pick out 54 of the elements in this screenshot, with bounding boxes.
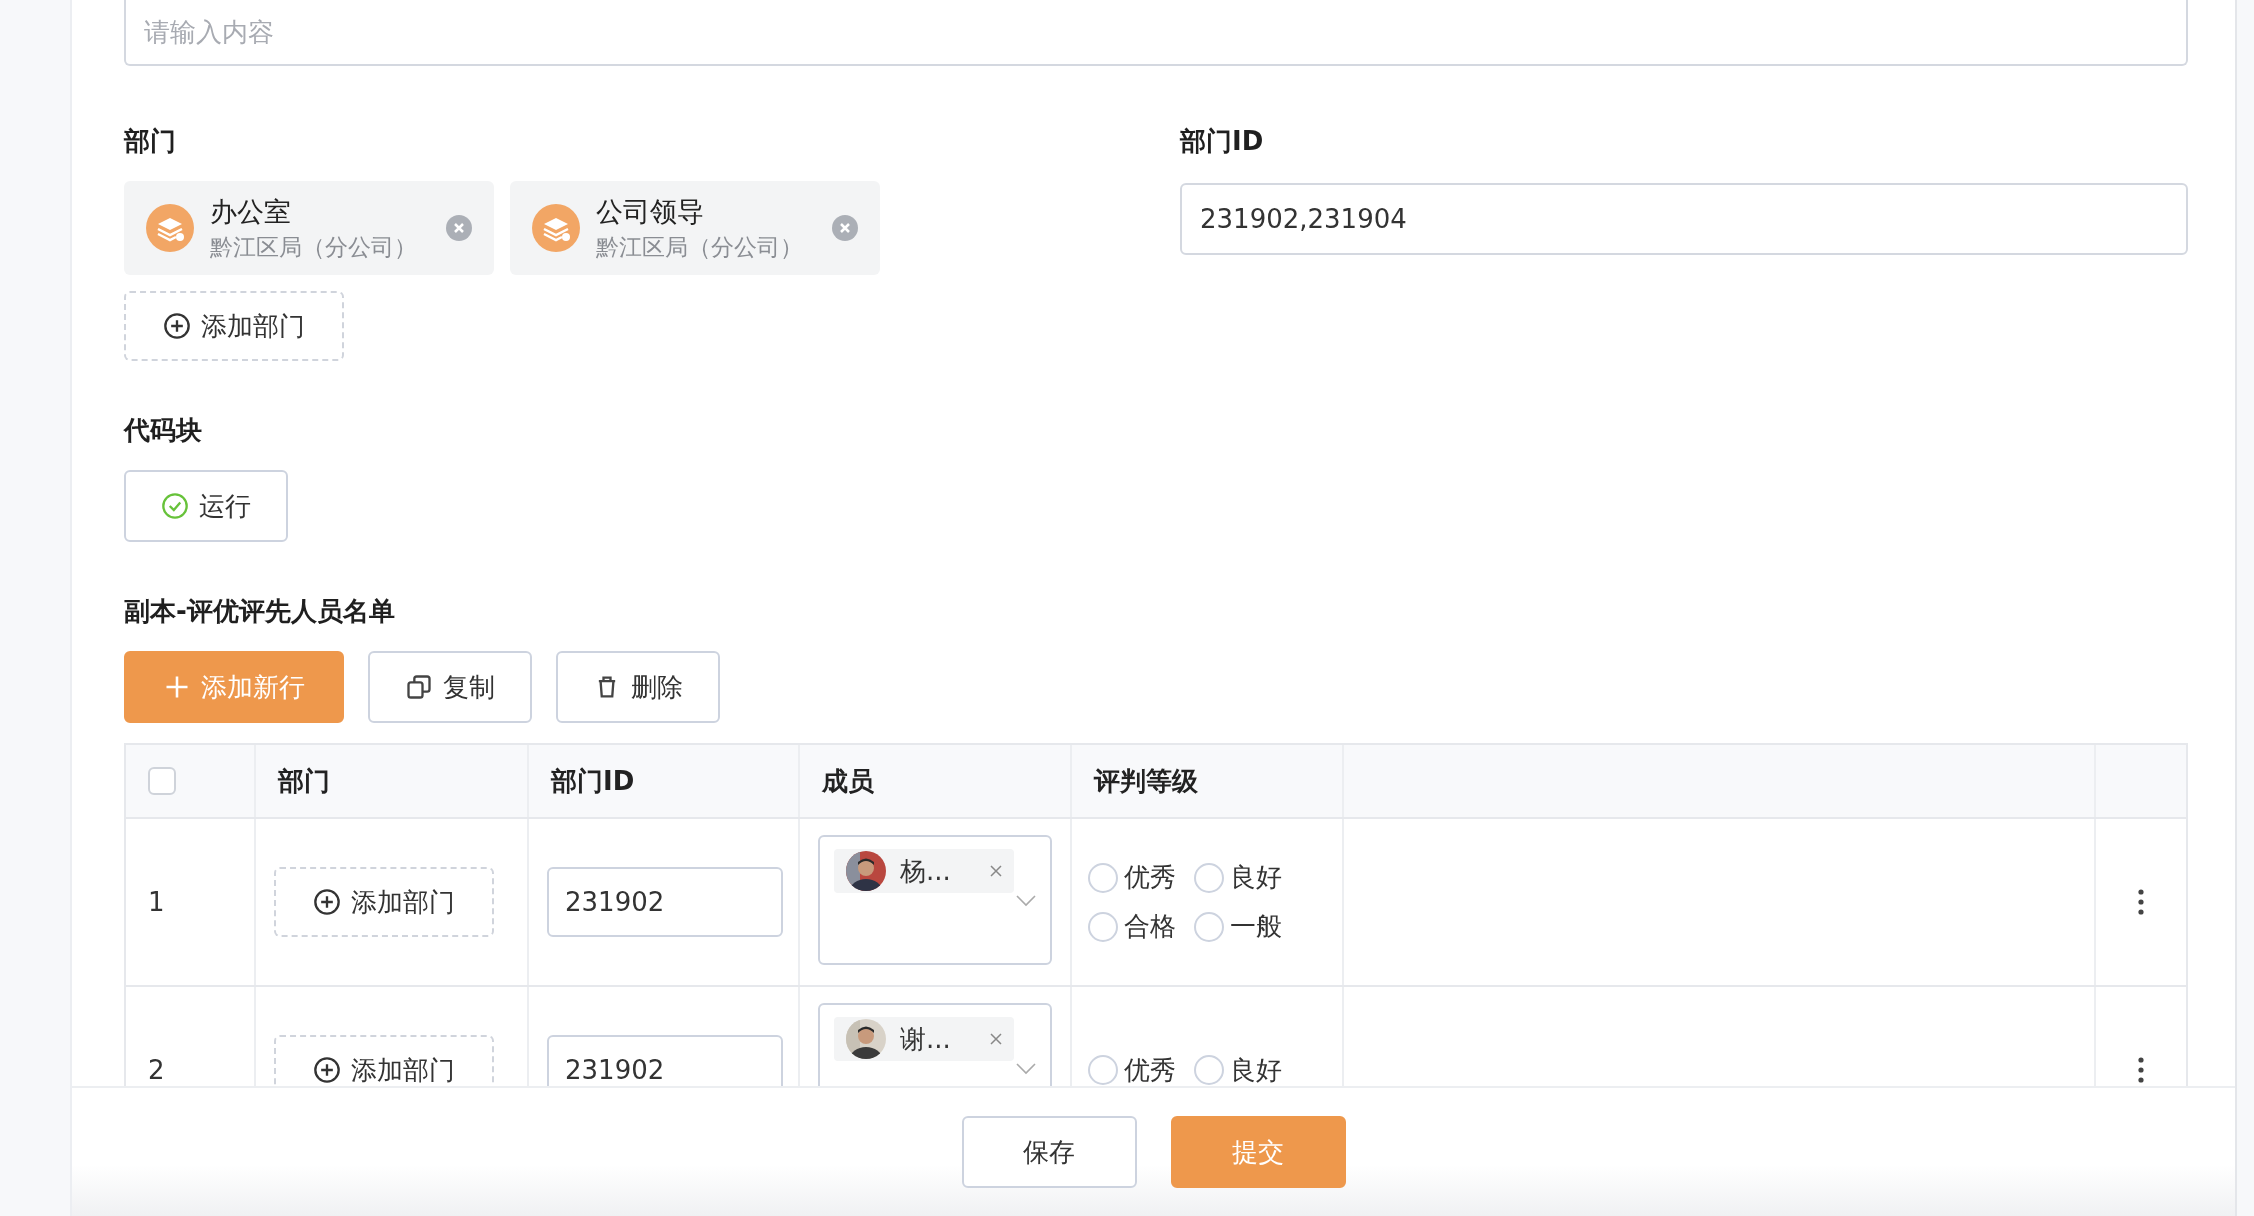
field-label: 部门 [124,125,177,158]
row-number: 1 [148,887,165,917]
close-icon[interactable] [446,215,472,241]
run-button[interactable]: 运行 [124,470,288,542]
member-tag[interactable]: 杨... [834,849,1014,893]
layers-icon [146,204,194,252]
close-icon[interactable] [988,863,1004,879]
input-field[interactable]: 231902,231904 [1180,183,2188,255]
member-name: 谢... [900,1022,952,1056]
check-circle-icon [161,492,189,520]
delete-button[interactable]: 删除 [556,651,720,723]
column-header: 部门ID [529,745,800,817]
column-header: 评判等级 [1072,745,1344,817]
field-label: 代码块 [124,414,203,447]
more-icon[interactable] [2138,1057,2144,1083]
close-icon[interactable] [832,215,858,241]
radio-option[interactable]: 优秀 [1088,1052,1176,1086]
copy-icon [405,673,433,701]
department-name: 办公室 [210,194,292,229]
close-icon[interactable] [988,1031,1004,1047]
radio-option[interactable]: 优秀 [1088,860,1176,895]
member-name: 杨... [900,854,952,888]
plus-circle-icon [313,1056,341,1084]
section-title: 副本-评优评先人员名单 [124,595,396,628]
department-chip[interactable]: 办公室 黔江区局（分公司） [124,181,494,275]
input-field[interactable]: 请输入内容 [124,0,2188,66]
radio-option[interactable]: 良好 [1194,860,1282,895]
input-field[interactable]: 231902 [547,867,783,937]
plus-circle-icon [313,888,341,916]
add-department-button[interactable]: 添加部门 [274,867,494,937]
column-header: 部门 [256,745,529,817]
organization-name: 黔江区局（分公司） [210,232,418,262]
radio-option[interactable]: 良好 [1194,1052,1282,1086]
layers-icon [532,204,580,252]
input-field[interactable]: 231902 [547,1035,783,1086]
member-tag[interactable]: 谢... [834,1017,1014,1061]
department-chip[interactable]: 公司领导 黔江区局（分公司） [510,181,880,275]
add-department-button[interactable]: 添加部门 [274,1035,494,1086]
chevron-down-icon [1016,1063,1036,1075]
save-button[interactable]: 保存 [961,1116,1137,1188]
checkbox[interactable] [148,767,176,795]
add-department-button[interactable]: 添加部门 [124,291,344,361]
plus-circle-icon [163,312,191,340]
copy-button[interactable]: 复制 [368,651,532,723]
chevron-down-icon [1016,895,1036,907]
radio-option[interactable]: 合格 [1088,909,1176,944]
member-select[interactable]: 杨... [818,835,1052,965]
department-name: 公司领导 [596,194,705,229]
radio-option[interactable]: 一般 [1194,909,1282,944]
field-label: 部门ID [1180,125,1265,158]
row-number: 2 [148,1055,165,1085]
more-icon[interactable] [2138,889,2144,915]
organization-name: 黔江区局（分公司） [596,232,804,262]
column-header: 成员 [800,745,1072,817]
